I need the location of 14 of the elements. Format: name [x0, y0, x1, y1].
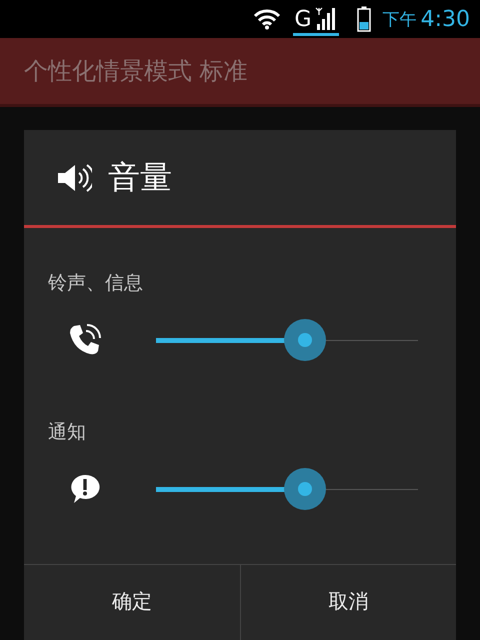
dialog-title: 音量	[108, 156, 172, 198]
volume-label: 通知	[48, 420, 86, 445]
clock: 4:30	[420, 6, 470, 32]
phone-ringing-icon	[68, 323, 102, 357]
network-type: G	[294, 8, 312, 30]
signal-icon	[314, 6, 337, 30]
battery-icon	[356, 6, 371, 32]
time-period: 下午	[382, 8, 417, 30]
wifi-icon	[252, 8, 281, 30]
slider-thumb[interactable]	[284, 468, 326, 510]
screen-title: 个性化情景模式 标准	[24, 56, 248, 87]
slider-thumb[interactable]	[284, 318, 326, 360]
speaker-icon	[56, 162, 92, 194]
volume-label: 铃声、信息	[48, 271, 143, 296]
